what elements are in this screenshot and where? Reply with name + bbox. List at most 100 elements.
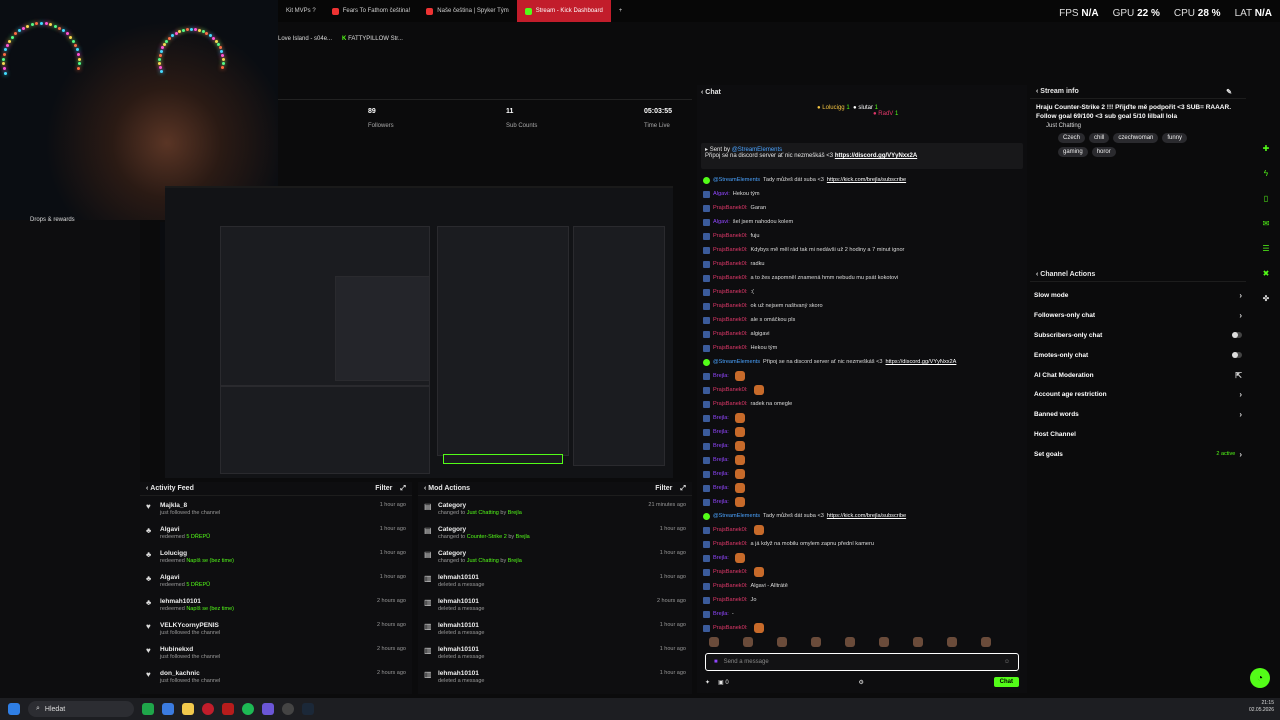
feed-user[interactable]: Category (438, 502, 522, 509)
chat-username[interactable]: PrajsBanek0l: (713, 541, 748, 547)
feed-user[interactable]: Algavi (160, 574, 210, 581)
steam-icon[interactable] (302, 703, 314, 715)
browser-icon[interactable] (162, 703, 174, 715)
folder-icon[interactable] (182, 703, 194, 715)
chat-message[interactable]: Algavi: Hekou tým (703, 187, 1021, 201)
send-chat-button[interactable]: Chat (993, 677, 1019, 687)
viewer[interactable]: ● Lolucigg 1 (817, 105, 850, 111)
chat-message[interactable]: PrajsBanek0l: ok už nejsem naštvaný skoro (703, 299, 1021, 313)
channel-action-row[interactable]: AI Chat Moderation ⇱ (1030, 365, 1246, 385)
chat-message[interactable]: @StreamElements Tady můžeš dát suba <3 htt… (703, 509, 1021, 523)
chat-message[interactable]: PrajsBanek0l: ale s omáčkou pls (703, 313, 1021, 327)
crop-icon[interactable]: ✚ (1259, 140, 1273, 156)
feed-row[interactable]: ▥ lehmah10101 deleted a message 2 hours ag… (424, 596, 686, 620)
chat-message[interactable]: PrajsBanek0l: Garan (703, 201, 1021, 215)
chat-message[interactable]: Brejla: (703, 411, 1021, 425)
chat-message[interactable]: PrajsBanek0l: Kdybys mě měl rád tak mi ne… (703, 243, 1021, 257)
browser-tab[interactable]: Fears To Fathom čeština! (324, 0, 419, 22)
chat-username[interactable]: PrajsBanek0l: (713, 303, 748, 309)
lightning-icon[interactable]: ϟ (1259, 165, 1273, 181)
chat-username[interactable]: Brejla: (713, 443, 729, 449)
list-icon[interactable]: ☰ (1259, 240, 1273, 256)
feed-user[interactable]: lehmah10101 (438, 574, 484, 581)
chat-message[interactable]: PrajsBanek0l: radku (703, 257, 1021, 271)
chat-username[interactable]: PrajsBanek0l: (713, 401, 748, 407)
chat-username[interactable]: PrajsBanek0l: (713, 261, 748, 267)
chat-username[interactable]: @StreamElements (713, 359, 760, 365)
drops-rewards-link[interactable]: Drops & rewards (30, 217, 75, 223)
emoji-icon[interactable]: ☺ (1004, 659, 1010, 665)
puzzle-icon[interactable]: ✤ (1259, 290, 1273, 306)
feed-row[interactable]: ▤ Category changed to Just Chatting by Bre… (424, 500, 686, 524)
discord-icon[interactable] (262, 703, 274, 715)
chat-message[interactable]: PrajsBanek0l: algigavi (703, 327, 1021, 341)
stream-tag[interactable]: chill (1089, 133, 1110, 143)
feed-row[interactable]: ♣ Lolucigg redeemed Napíš se (bez time) 1 h… (146, 548, 406, 572)
opera-icon[interactable] (202, 703, 214, 715)
channel-action-row[interactable]: Emotes-only chat (1030, 345, 1246, 365)
stream-tag[interactable]: funny (1162, 133, 1188, 143)
browser-tab[interactable]: Kit MVPs ? (278, 0, 324, 22)
edit-icon[interactable]: ✎ (1226, 88, 1232, 96)
chat-message[interactable]: Brejla: (703, 551, 1021, 565)
chat-message[interactable]: PrajsBanek0l: (703, 621, 1021, 635)
feed-row[interactable]: ▥ lehmah10101 deleted a message 1 hour ago (424, 668, 686, 692)
chat-username[interactable]: Brejla: (713, 485, 729, 491)
chat-message[interactable]: @StreamElements Tady můžeš dát suba <3 htt… (703, 173, 1021, 187)
stream-tag[interactable]: czechwoman (1113, 133, 1159, 143)
channel-action-row[interactable]: Followers-only chat › (1030, 306, 1246, 326)
toggle-switch[interactable] (1232, 352, 1242, 359)
feed-user[interactable]: Hubinekxd (160, 646, 220, 653)
chat-link[interactable]: https://kick.com/brejla/subscribe (827, 513, 906, 519)
channel-action-row[interactable]: Host Channel (1030, 425, 1246, 445)
browser-tab[interactable]: Naše čeština | Spyker Tým (418, 0, 516, 22)
filter-button[interactable]: Filter (375, 485, 392, 492)
mod-tools-icon[interactable]: ✦ (705, 679, 710, 686)
chat-username[interactable]: PrajsBanek0l: (713, 583, 748, 589)
feed-row[interactable]: ▤ Category changed to Counter-Strike 2 by … (424, 524, 686, 548)
expand-icon[interactable]: ⤢ (400, 485, 406, 493)
chat-message[interactable]: Brejla: (703, 439, 1021, 453)
emote-bar[interactable] (703, 637, 1021, 649)
wrench-icon[interactable]: ✖ (1259, 265, 1273, 281)
chat-message[interactable]: PrajsBanek0l: Jo (703, 593, 1021, 607)
stream-tag[interactable]: Czech (1058, 133, 1086, 143)
feed-user[interactable]: Category (438, 550, 522, 557)
app-icon[interactable] (222, 703, 234, 715)
chat-message[interactable]: Brejla: - (703, 607, 1021, 621)
feed-user[interactable]: lehmah10101 (438, 598, 484, 605)
chat-username[interactable]: @StreamElements (713, 177, 760, 183)
pinned-message[interactable]: ▸ Sent by @StreamElements Připoj se na d… (701, 143, 1023, 169)
chat-username[interactable]: PrajsBanek0l: (713, 289, 748, 295)
feed-row[interactable]: ♥ VELKYcornyPENIS just followed the channe… (146, 620, 406, 644)
chat-username[interactable]: PrajsBanek0l: (713, 597, 748, 603)
feed-user[interactable]: Lolucigg (160, 550, 234, 557)
stream-tag[interactable]: horor (1091, 147, 1116, 157)
chat-username[interactable]: PrajsBanek0l: (713, 345, 748, 351)
feed-user[interactable]: lehmah10101 (160, 598, 234, 605)
chat-message[interactable]: @StreamElements Připoj se na discord serv… (703, 355, 1021, 369)
filter-button[interactable]: Filter (655, 485, 672, 492)
bookmark[interactable]: K FATTYPILLOW Str... (342, 36, 403, 42)
chat-input[interactable]: ■ Send a message ☺ (705, 653, 1019, 671)
chat-message[interactable]: PrajsBanek0l: a já když na mobilu omylem … (703, 537, 1021, 551)
page-icon[interactable]: ▯ (1259, 190, 1273, 206)
kick-fab-button[interactable]: ◔ (1250, 668, 1270, 688)
pinned-link[interactable]: https://discord.gg/VYyNxx2A (835, 153, 917, 159)
chat-username[interactable]: PrajsBanek0l: (713, 527, 748, 533)
channel-action-row[interactable]: Slow mode › (1030, 286, 1246, 306)
channel-action-row[interactable]: Banned words › (1030, 405, 1246, 425)
chat-bubble-icon[interactable]: ✉ (1259, 215, 1273, 231)
channel-action-row[interactable]: Set goals 2 active › (1030, 444, 1246, 464)
obs-icon[interactable] (282, 703, 294, 715)
feed-row[interactable]: ▥ lehmah10101 deleted a message 1 hour ago (424, 572, 686, 596)
feed-row[interactable]: ▥ lehmah10101 deleted a message 1 hour ago (424, 620, 686, 644)
stream-preview[interactable] (165, 186, 673, 478)
settings-icon[interactable]: ⚙ (858, 679, 863, 686)
chat-message[interactable]: Brejla: (703, 425, 1021, 439)
chat-username[interactable]: PrajsBanek0l: (713, 317, 748, 323)
chat-message[interactable]: PrajsBanek0l::( (703, 285, 1021, 299)
xbox-icon[interactable] (142, 703, 154, 715)
chat-username[interactable]: Algavi: (713, 219, 730, 225)
chat-message[interactable]: PrajsBanek0l: (703, 565, 1021, 579)
